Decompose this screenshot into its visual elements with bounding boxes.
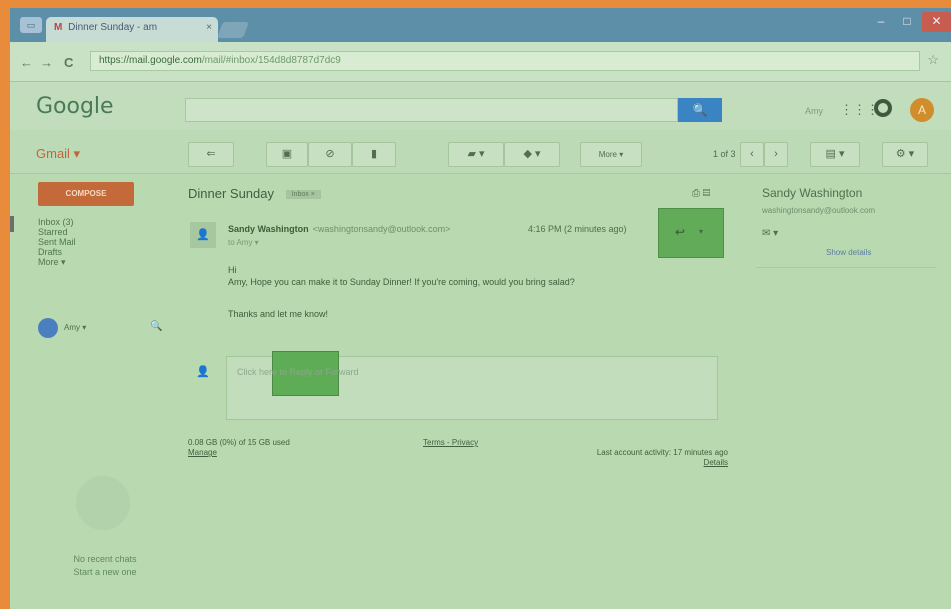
account-avatar[interactable]: A <box>910 98 934 122</box>
back-arrow-icon[interactable]: ← <box>20 55 33 70</box>
manage-link[interactable]: Manage <box>188 448 290 458</box>
body-line: Amy, Hope you can make it to Sunday Dinn… <box>228 277 575 287</box>
sender-name[interactable]: Sandy Washington <box>228 224 309 234</box>
reply-box[interactable]: Click here to Reply or Forward <box>226 351 718 420</box>
chat-search-icon[interactable]: 🔍 <box>150 321 162 332</box>
conversation-subject: Dinner Sunday Inbox × <box>188 186 321 201</box>
settings-button[interactable]: ⚙ ▾ <box>882 142 928 167</box>
terms-privacy-link[interactable]: Terms - Privacy <box>423 438 478 447</box>
contact-email: washingtonsandy@outlook.com <box>762 206 876 215</box>
more-button[interactable]: More ▾ <box>580 142 642 167</box>
tab-close-icon[interactable]: × <box>206 22 212 33</box>
new-tab-button[interactable] <box>217 22 249 38</box>
tab-dinner-sunday[interactable]: M Dinner Sunday - am × <box>46 17 218 42</box>
labels-button[interactable]: ◆ ▾ <box>504 142 560 167</box>
gmail-header: Google 🔍 Amy ⋮⋮⋮ A <box>10 82 951 130</box>
report-spam-button[interactable]: ⊘ <box>308 142 352 167</box>
folder-list: Inbox (3) Starred Sent Mail Drafts More … <box>38 217 168 267</box>
show-details-link[interactable]: Show details <box>826 248 871 257</box>
compose-button[interactable]: COMPOSE <box>38 182 134 206</box>
maximize-button[interactable]: □ <box>896 12 918 32</box>
search-button[interactable]: 🔍 <box>678 98 722 122</box>
sender-email: <washingtonsandy@outlook.com> <box>312 224 451 234</box>
closing: Thanks and let me know! <box>228 309 329 319</box>
message-body: Hi Amy, Hope you can make it to Sunday D… <box>228 264 708 340</box>
subject-text: Dinner Sunday <box>188 186 274 201</box>
sidebar-item-inbox[interactable]: Inbox (3) <box>38 217 168 227</box>
archive-button[interactable]: ▣ <box>266 142 308 167</box>
prev-conversation-button[interactable]: ‹ <box>740 142 764 167</box>
minimize-button[interactable]: – <box>870 12 892 32</box>
inbox-label-badge[interactable]: Inbox × <box>285 190 321 200</box>
close-window-button[interactable]: ✕ <box>922 12 951 32</box>
gmail-icon: M <box>54 22 63 33</box>
notifications-icon[interactable] <box>874 99 892 117</box>
contact-panel: Sandy Washington washingtonsandy@outlook… <box>756 174 936 268</box>
activity-text: Last account activity: 17 minutes ago <box>596 448 728 457</box>
active-folder-marker <box>10 216 14 232</box>
recipient-details[interactable]: to Amy ▾ <box>228 238 259 247</box>
sidebar-item-more[interactable]: More ▾ <box>38 257 168 267</box>
google-logo[interactable]: Google <box>36 94 114 119</box>
sender-line: Sandy Washington <washingtonsandy@outlook… <box>228 224 450 234</box>
reply-placeholder[interactable]: Click here to Reply or Forward <box>237 367 359 377</box>
details-link[interactable]: Details <box>530 458 728 468</box>
tab-title: Dinner Sunday - am <box>68 22 158 33</box>
move-to-button[interactable]: ▰ ▾ <box>448 142 504 167</box>
url-host: https://mail.google.com <box>99 55 202 66</box>
no-recent-chats-text: No recent chats <box>73 554 137 564</box>
title-bar: ▭ M Dinner Sunday - am × – □ ✕ <box>10 8 951 42</box>
apps-grid-icon[interactable]: ⋮⋮⋮ <box>840 102 879 118</box>
message-time: 4:16 PM (2 minutes ago) <box>528 224 627 234</box>
storage-text: 0.08 GB (0%) of 15 GB used <box>188 438 290 447</box>
start-new-chat-link[interactable]: Start a new one <box>30 566 180 579</box>
sender-avatar-icon: 👤 <box>190 222 216 248</box>
app-icon: ▭ <box>20 17 42 33</box>
user-name[interactable]: Amy <box>805 106 823 116</box>
gmail-menu[interactable]: Gmail ▾ <box>36 146 80 162</box>
sidebar-item-starred[interactable]: Starred <box>38 227 168 237</box>
message-card: 👤 Sandy Washington <washingtonsandy@outlo… <box>188 208 724 344</box>
chat-user-name[interactable]: Amy ▾ <box>64 323 86 332</box>
next-conversation-button[interactable]: › <box>764 142 788 167</box>
address-toolbar: ← → C https://mail.google.com/mail/#inbo… <box>10 42 951 82</box>
reply-avatar-icon: 👤 <box>196 366 210 378</box>
delete-button[interactable]: ▮ <box>352 142 396 167</box>
chat-avatar[interactable] <box>38 318 58 338</box>
reply-icon[interactable]: ↩ <box>675 225 685 239</box>
url-path: /mail/#inbox/154d8d8787d7dc9 <box>201 55 341 66</box>
chat-status-row: Amy ▾ 🔍 <box>38 316 178 340</box>
input-tools-button[interactable]: ▤ ▾ <box>810 142 860 167</box>
no-chats-message: No recent chats Start a new one <box>30 553 180 579</box>
account-activity: Last account activity: 17 minutes ago De… <box>530 448 728 468</box>
forward-arrow-icon[interactable]: → <box>40 55 53 70</box>
print-icon[interactable]: ⎙ ▤ <box>692 188 710 199</box>
reply-button-highlight[interactable]: ↩ ▾ <box>658 208 724 258</box>
more-options-icon[interactable]: ▾ <box>699 227 703 236</box>
bookmark-star-icon[interactable]: ☆ <box>927 52 939 68</box>
reload-icon[interactable]: C <box>64 55 73 70</box>
mail-icon[interactable]: ✉ ▾ <box>762 228 778 239</box>
mail-toolbar: Gmail ▾ ⇐ ▣ ⊘ ▮ ▰ ▾ ◆ ▾ More ▾ 1 of 3 ‹ … <box>10 130 951 174</box>
sidebar-item-drafts[interactable]: Drafts <box>38 247 168 257</box>
url-field[interactable]: https://mail.google.com/mail/#inbox/154d… <box>90 51 920 71</box>
hangouts-icon <box>76 476 130 530</box>
browser-window: ▭ M Dinner Sunday - am × – □ ✕ ← → C htt… <box>10 8 951 609</box>
storage-info: 0.08 GB (0%) of 15 GB used Manage <box>188 438 290 458</box>
search-input[interactable] <box>185 98 678 122</box>
sidebar-item-sent[interactable]: Sent Mail <box>38 237 168 247</box>
greeting: Hi <box>228 265 237 275</box>
pagination-label: 1 of 3 <box>713 149 736 159</box>
contact-name: Sandy Washington <box>762 186 863 200</box>
back-to-inbox-button[interactable]: ⇐ <box>188 142 234 167</box>
